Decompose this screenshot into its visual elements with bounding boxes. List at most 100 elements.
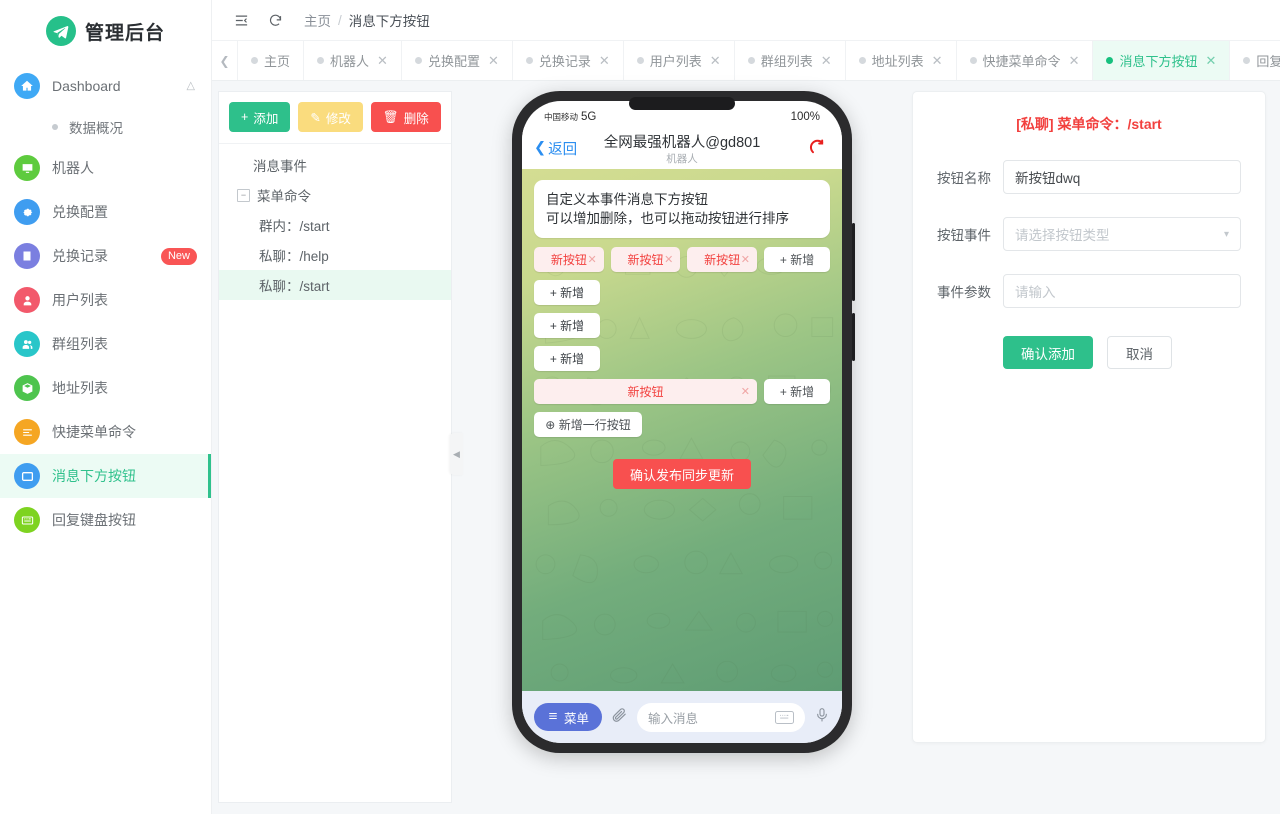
tree-node-message-event[interactable]: 消息事件 xyxy=(219,150,451,180)
paperclip-icon[interactable] xyxy=(611,706,628,728)
tab-exchange-records[interactable]: 兑换记录 ✕ xyxy=(513,41,624,80)
brand: 管理后台 xyxy=(0,0,211,58)
confirm-add-button[interactable]: 确认添加 xyxy=(1003,336,1093,369)
sidebar-subitem-overview[interactable]: 数据概况 xyxy=(0,108,211,146)
tab-scroll-left-button[interactable]: ❮ xyxy=(212,41,238,80)
sidebar-item-exchange-records[interactable]: 兑换记录 New xyxy=(0,234,211,278)
phone-screen: 中国移动 5G 100% ❮ 返回 全网最强机器人@gd801 机器人 自定义本… xyxy=(522,101,842,743)
remove-button-icon[interactable]: ✕ xyxy=(741,385,750,398)
tree: 消息事件 − 菜单命令 群内：/start 私聊：/help 私聊：/start xyxy=(219,144,451,300)
remove-button-icon[interactable]: ✕ xyxy=(587,253,596,266)
sidebar-item-label: 消息下方按钮 xyxy=(52,468,136,484)
add-inline-button[interactable]: + 新增 xyxy=(534,313,600,339)
sidebar-item-message-inline-buttons[interactable]: 消息下方按钮 xyxy=(0,454,211,498)
cancel-button[interactable]: 取消 xyxy=(1107,336,1172,369)
tab-close-icon[interactable]: ✕ xyxy=(488,53,499,69)
sidebar-item-quick-menu-command[interactable]: 快捷菜单命令 xyxy=(0,410,211,454)
add-inline-button[interactable]: + 新增 xyxy=(764,247,831,273)
tree-node-private-start[interactable]: 私聊：/start xyxy=(219,270,451,300)
add-inline-button[interactable]: + 新增 xyxy=(534,280,600,306)
keyboard-row: ⊕ 新增一行按钮 xyxy=(534,412,830,438)
tab-close-icon[interactable]: ✕ xyxy=(710,53,721,69)
form-row-button-name: 按钮名称 新按钮dwq xyxy=(937,160,1241,194)
menu-button[interactable]: 菜单 xyxy=(534,703,603,731)
tree-node-private-help[interactable]: 私聊：/help xyxy=(219,240,451,270)
form-label: 按钮事件 xyxy=(937,228,991,243)
tab-reply-keyboard-buttons[interactable]: 回复键盘按钮 ✕ xyxy=(1230,41,1280,80)
menu-fold-icon[interactable] xyxy=(224,3,258,37)
button-name-value: 新按钮dwq xyxy=(1015,171,1081,186)
add-button[interactable]: + 添加 xyxy=(229,102,291,132)
tab-dot-icon xyxy=(969,57,977,64)
keyboard-row: + 新增 xyxy=(534,280,830,306)
network-label: 5G xyxy=(581,111,597,123)
add-inline-button[interactable]: + 新增 xyxy=(534,346,600,372)
remove-button-icon[interactable]: ✕ xyxy=(664,253,673,266)
message-input[interactable]: 输入消息 xyxy=(637,702,805,732)
add-keyboard-row-button[interactable]: ⊕ 新增一行按钮 xyxy=(534,412,642,438)
inline-button-label: 新按钮 xyxy=(704,253,741,268)
inline-button[interactable]: 新按钮 ✕ xyxy=(534,379,757,405)
publish-sync-button[interactable]: 确认发布同步更新 xyxy=(613,459,751,490)
tab-label: 回复键盘按钮 xyxy=(1256,54,1280,69)
tab-message-inline-buttons[interactable]: 消息下方按钮 ✕ xyxy=(1093,41,1231,80)
tab-close-icon[interactable]: ✕ xyxy=(1069,53,1080,69)
topbar: 主页 / 消息下方按钮 xyxy=(212,0,1280,41)
battery-label: 100% xyxy=(790,111,820,123)
tree-node-group-start[interactable]: 群内：/start xyxy=(219,210,451,240)
button-event-select[interactable]: 请选择按钮类型 ▾ xyxy=(1003,217,1241,251)
tree-node-menu-command[interactable]: − 菜单命令 xyxy=(219,180,451,210)
sidebar-item-reply-keyboard-buttons[interactable]: 回复键盘按钮 xyxy=(0,498,211,542)
tab-address-list[interactable]: 地址列表 ✕ xyxy=(846,41,957,80)
microphone-icon[interactable] xyxy=(814,707,830,728)
remove-button-icon[interactable]: ✕ xyxy=(741,253,750,266)
event-param-input[interactable]: 请输入 xyxy=(1003,274,1241,308)
sidebar-item-dashboard[interactable]: Dashboard ▽ xyxy=(0,64,211,108)
inline-button[interactable]: 新按钮 ✕ xyxy=(610,247,681,273)
tab-label: 地址列表 xyxy=(871,54,924,69)
plus-icon: + xyxy=(549,285,557,300)
inline-button[interactable]: 新按钮 ✕ xyxy=(687,247,758,273)
tab-exchange-config[interactable]: 兑换配置 ✕ xyxy=(402,41,513,80)
delete-button[interactable]: 🗑 删除 xyxy=(370,102,441,132)
tab-robot[interactable]: 机器人 ✕ xyxy=(304,41,402,80)
edit-button[interactable]: ✎ 修改 xyxy=(298,102,363,132)
tab-label: 机器人 xyxy=(330,54,370,69)
telegram-icon xyxy=(45,16,76,46)
form-label: 事件参数 xyxy=(937,285,991,300)
keyboard-icon[interactable] xyxy=(775,710,794,724)
tab-quick-menu-command[interactable]: 快捷菜单命令 ✕ xyxy=(957,41,1094,80)
sidebar-item-user-list[interactable]: 用户列表 xyxy=(0,278,211,322)
tab-label: 群组列表 xyxy=(760,54,813,69)
sidebar-item-group-list[interactable]: 群组列表 xyxy=(0,322,211,366)
add-inline-button[interactable]: + 新增 xyxy=(764,379,830,405)
panel-collapse-handle[interactable]: ◀ xyxy=(450,433,463,475)
tab-close-icon[interactable]: ✕ xyxy=(599,53,610,69)
caret-left-icon: ◀ xyxy=(453,448,460,459)
telegram-red-icon xyxy=(806,136,830,160)
breadcrumb-root[interactable]: 主页 xyxy=(304,10,331,30)
refresh-icon[interactable] xyxy=(258,3,292,37)
tab-close-icon[interactable]: ✕ xyxy=(821,53,832,69)
inline-button[interactable]: 新按钮 ✕ xyxy=(534,247,604,273)
delete-button-label: 删除 xyxy=(403,111,429,126)
add-inline-button-label: 新增 xyxy=(560,352,585,367)
sidebar-item-robot[interactable]: 机器人 xyxy=(0,146,211,190)
button-name-input[interactable]: 新按钮dwq xyxy=(1003,160,1241,194)
tab-group-list[interactable]: 群组列表 ✕ xyxy=(735,41,846,80)
tab-close-icon[interactable]: ✕ xyxy=(1205,53,1216,69)
tree-collapse-icon[interactable]: − xyxy=(237,188,250,202)
sidebar-item-exchange-config[interactable]: 兑换配置 xyxy=(0,190,211,234)
tab-home[interactable]: 主页 xyxy=(238,41,305,80)
tab-close-icon[interactable]: ✕ xyxy=(932,53,943,69)
message-bubble: 自定义本事件消息下方按钮 可以增加删除，也可以拖动按钮进行排序 xyxy=(534,180,830,239)
edit-button-label: 修改 xyxy=(325,111,351,126)
chevron-down-icon[interactable]: ▾ xyxy=(1224,229,1229,240)
sidebar-item-address-list[interactable]: 地址列表 xyxy=(0,366,211,410)
form-label: 按钮名称 xyxy=(937,171,991,186)
back-button[interactable]: ❮ 返回 xyxy=(534,138,577,159)
tab-user-list[interactable]: 用户列表 ✕ xyxy=(624,41,735,80)
tab-close-icon[interactable]: ✕ xyxy=(377,53,388,69)
gear-icon xyxy=(14,199,40,225)
sidebar-item-label: 兑换配置 xyxy=(52,204,108,220)
